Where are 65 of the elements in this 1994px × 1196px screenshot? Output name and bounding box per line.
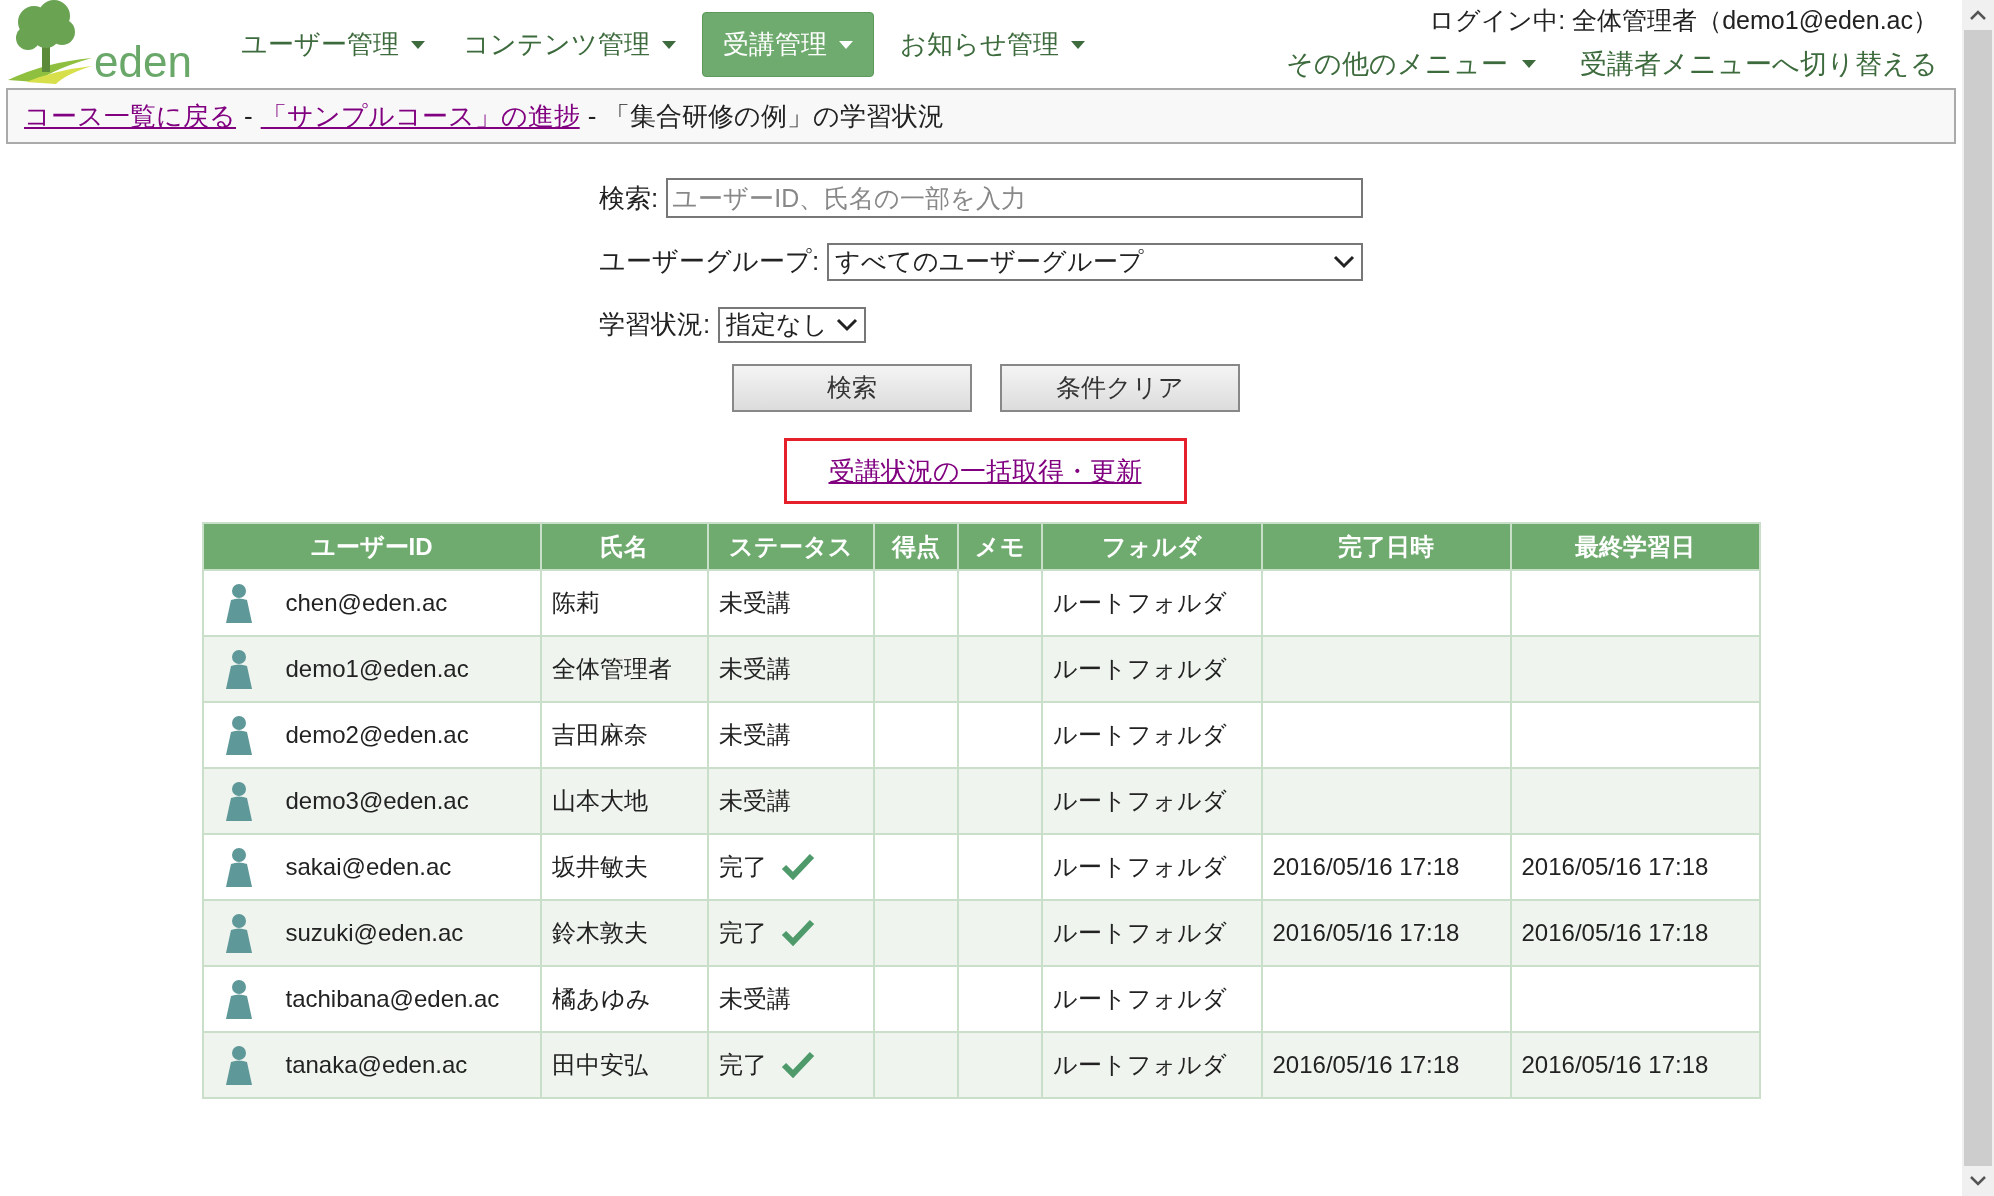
status-text: 完了 <box>718 918 767 948</box>
column-header: ユーザーID <box>202 523 541 570</box>
login-status: ログイン中: 全体管理者（demo1@eden.ac） <box>1429 5 1938 36</box>
status-text: 未受講 <box>718 984 791 1014</box>
person-icon <box>225 583 252 623</box>
checkmark-icon <box>780 853 815 881</box>
breadcrumb-separator: - <box>587 99 597 133</box>
status-text: 未受講 <box>718 654 791 684</box>
checkmark-icon <box>780 1051 815 1079</box>
user-id-text: sakai@eden.ac <box>285 852 452 882</box>
scrollbar[interactable] <box>1962 0 1994 1196</box>
status-text: 完了 <box>718 1050 767 1080</box>
study-status-label: 学習状況: <box>599 308 711 341</box>
user-id-text: suzuki@eden.ac <box>285 918 464 948</box>
person-icon <box>225 979 252 1019</box>
breadcrumb-link[interactable]: コース一覧に戻る <box>24 96 236 136</box>
table-cell: 田中安弘 <box>540 1032 708 1098</box>
switch-menu-link[interactable]: 受講者メニューへ切り替える <box>1580 44 1938 85</box>
breadcrumb-link[interactable]: 「サンプルコース」の進捗 <box>260 96 580 136</box>
caret-icon <box>662 40 676 49</box>
chevron-down-icon <box>836 317 859 332</box>
status-text: 未受講 <box>718 720 791 750</box>
person-icon <box>225 715 252 755</box>
user-id-text: demo3@eden.ac <box>285 786 469 816</box>
column-header: フォルダ <box>1041 523 1262 570</box>
search-field[interactable]: ユーザーID、氏名の一部を入力 <box>666 178 1363 218</box>
user-id-text: tanaka@eden.ac <box>285 1050 468 1080</box>
person-icon <box>225 649 252 689</box>
logo-text: eden <box>94 40 192 84</box>
column-header: 完了日時 <box>1261 523 1511 570</box>
nav-menu-tab[interactable]: お知らせ管理 <box>888 12 1097 77</box>
scrollbar-thumb[interactable] <box>1964 30 1992 1166</box>
search-button[interactable]: 検索 <box>732 364 972 412</box>
breadcrumb-separator: - <box>244 99 253 133</box>
other-menu-dropdown[interactable]: その他のメニュー <box>1286 44 1536 85</box>
breadcrumb-current: 「集合研修の例」の学習状況 <box>604 99 945 133</box>
table-cell: ルートフォルダ <box>1041 1032 1262 1098</box>
user-id-text: demo1@eden.ac <box>285 654 469 684</box>
caret-icon <box>1071 40 1085 49</box>
user-group-label: ユーザーグループ: <box>599 245 820 278</box>
user-id-text: tachibana@eden.ac <box>285 984 500 1014</box>
nav-menu-tab[interactable]: ユーザー管理 <box>229 12 437 77</box>
column-header: 最終学習日 <box>1510 523 1760 570</box>
table-cell: 2016/05/16 17:18 <box>1261 1032 1511 1098</box>
caret-icon <box>839 40 853 49</box>
user-group-select[interactable]: すべてのユーザーグループ <box>827 242 1363 281</box>
user-id-text: demo2@eden.ac <box>285 720 469 750</box>
study-status-select[interactable]: 指定なし <box>718 306 867 343</box>
status-text: 未受講 <box>718 588 791 618</box>
status-text: 完了 <box>718 852 767 882</box>
caret-icon <box>411 40 425 49</box>
person-icon <box>225 781 252 821</box>
person-icon <box>225 847 252 887</box>
search-label: 検索: <box>599 181 659 215</box>
status-text: 未受講 <box>718 786 791 816</box>
person-icon <box>225 913 252 953</box>
checkmark-icon <box>780 919 815 947</box>
table-cell: 2016/05/16 17:18 <box>1510 1032 1760 1098</box>
bulk-update-link[interactable]: 受講状況の一括取得・更新 <box>828 451 1142 491</box>
nav-menu-tab[interactable]: コンテンツ管理 <box>451 12 688 77</box>
chevron-down-icon <box>1333 254 1355 269</box>
person-icon <box>225 1045 252 1085</box>
user-id-text: chen@eden.ac <box>285 588 448 618</box>
caret-icon <box>1522 60 1536 69</box>
clear-button[interactable]: 条件クリア <box>1000 364 1240 412</box>
